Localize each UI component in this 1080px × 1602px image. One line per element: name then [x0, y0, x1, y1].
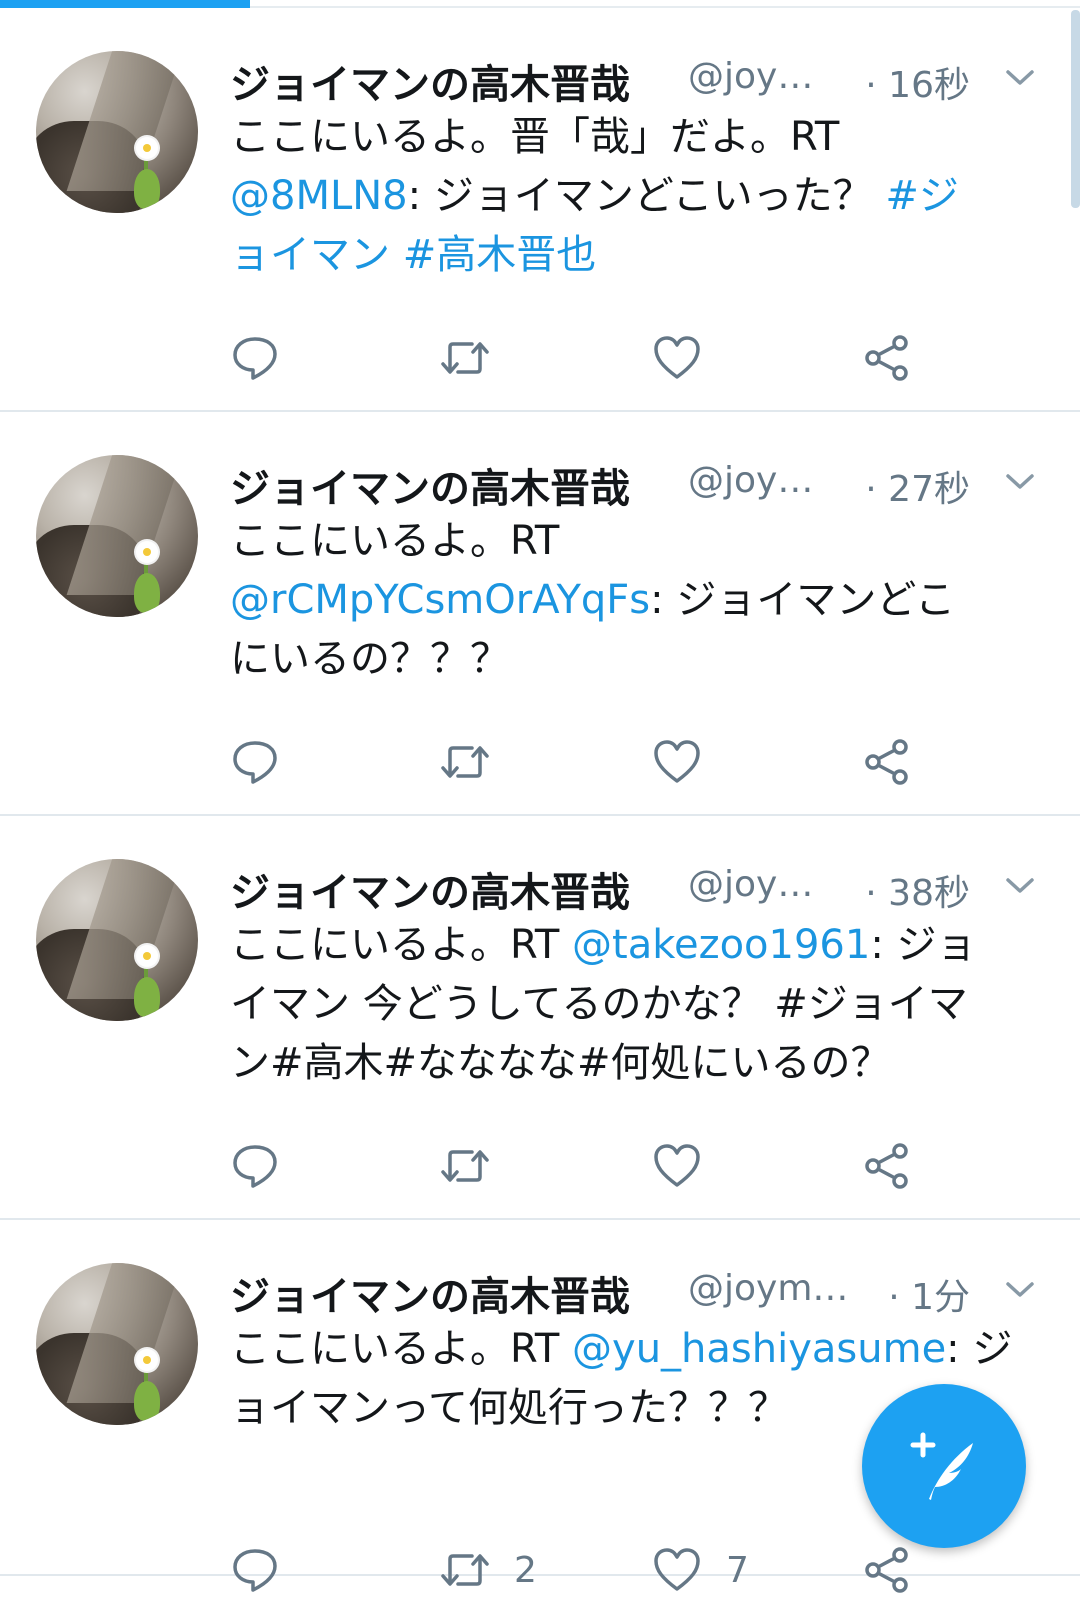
username-handle[interactable]: @joy… [688, 460, 813, 501]
tweet-header: ジョイマンの高木晋哉 @joy… · 38秒 [230, 860, 1050, 916]
tweet-timestamp[interactable]: · 16秒 [865, 56, 970, 108]
avatar[interactable] [36, 1263, 198, 1425]
compose-tweet-icon [910, 1432, 973, 1500]
avatar[interactable] [36, 859, 198, 1021]
share-icon [865, 335, 908, 381]
chevron-down-icon[interactable] [1002, 874, 1038, 898]
display-name[interactable]: ジョイマンの高木晋哉 [230, 456, 630, 514]
reply-icon [233, 337, 277, 380]
tweet-text: ここにいるよ。晋「哉」だよ。RT @8MLN8: ジョイマンどこいった？ #ジ … [230, 108, 1050, 285]
compose-tweet-button[interactable] [862, 1384, 1026, 1548]
share-button[interactable] [862, 326, 912, 390]
top-tab-indicator [0, 0, 250, 8]
tweet[interactable]: ジョイマンの高木晋哉 @joy… · 16秒 ここにいるよ。晋「哉」だよ。RT … [0, 8, 1080, 412]
reply-icon [233, 741, 277, 784]
like-button[interactable]: 7 [652, 1538, 749, 1602]
heart-icon [654, 1548, 700, 1591]
share-icon [865, 1143, 908, 1189]
retweet-icon [441, 342, 489, 374]
like-button[interactable] [652, 1134, 726, 1198]
heart-icon [654, 1144, 700, 1187]
reply-button[interactable] [230, 1538, 280, 1602]
retweet-button[interactable] [440, 1134, 514, 1198]
avatar[interactable] [36, 51, 198, 213]
tweet-header: ジョイマンの高木晋哉 @joy… · 27秒 [230, 456, 1050, 512]
tweet-text-segment: ここにいるよ。RT [230, 1326, 573, 1372]
reply-icon [233, 1145, 277, 1188]
like-count: 7 [726, 1549, 749, 1591]
retweet-button[interactable] [440, 730, 514, 794]
retweet-button[interactable] [440, 326, 514, 390]
chevron-down-icon[interactable] [1002, 1278, 1038, 1302]
retweet-icon [441, 746, 489, 778]
tweet-timestamp[interactable]: · 27秒 [865, 460, 970, 512]
retweet-icon [441, 1554, 489, 1586]
heart-icon [654, 740, 700, 783]
like-button[interactable] [652, 326, 726, 390]
tweet-header: ジョイマンの高木晋哉 @joym… · 1分 [230, 1264, 1050, 1320]
tweet-header: ジョイマンの高木晋哉 @joy… · 16秒 [230, 52, 1050, 108]
tweet-timestamp[interactable]: · 1分 [888, 1268, 970, 1320]
tweet-text-segment: ここにいるよ。RT [230, 922, 573, 968]
share-button[interactable] [862, 1134, 912, 1198]
reply-button[interactable] [230, 1134, 280, 1198]
display-name[interactable]: ジョイマンの高木晋哉 [230, 1264, 630, 1322]
tweet[interactable]: ジョイマンの高木晋哉 @joy… · 38秒 ここにいるよ。RT @takezo… [0, 816, 1080, 1220]
avatar[interactable] [36, 455, 198, 617]
tweet-actions [230, 326, 990, 390]
share-button[interactable] [862, 730, 912, 794]
tweet-text-segment: : ジョイマンどこいった？ [407, 173, 886, 219]
username-handle[interactable]: @joy… [688, 56, 813, 97]
tweet-actions [230, 1134, 990, 1198]
tweet[interactable]: ジョイマンの高木晋哉 @joy… · 27秒 ここにいるよ。RT @rCMpYC… [0, 412, 1080, 816]
retweet-button[interactable]: 2 [440, 1538, 537, 1602]
tweet-text: ここにいるよ。RT @takezoo1961: ジョ イマン 今どうしてるのかな… [230, 916, 1050, 1093]
tweet-text-segment: ここにいるよ。晋「哉」だよ。RT [230, 114, 840, 160]
tweet-actions: 2 7 [230, 1538, 990, 1602]
tweet-link[interactable]: @8MLN8 [230, 173, 408, 219]
retweet-icon [441, 1150, 489, 1182]
tweet-actions [230, 730, 990, 794]
share-icon [865, 739, 908, 785]
heart-icon [654, 336, 700, 379]
username-handle[interactable]: @joym… [688, 1268, 848, 1309]
username-handle[interactable]: @joy… [688, 864, 813, 905]
reply-button[interactable] [230, 326, 280, 390]
tweet-link[interactable]: @yu_hashiyasume [572, 1326, 946, 1372]
reply-button[interactable] [230, 730, 280, 794]
like-button[interactable] [652, 730, 726, 794]
tweet-link[interactable]: @takezoo1961 [572, 922, 870, 968]
tweet-timestamp[interactable]: · 38秒 [865, 864, 970, 916]
tweet-text: ここにいるよ。RT @rCMpYCsmOrAYqFs: ジョイマンどこ にいるの… [230, 512, 1050, 689]
chevron-down-icon[interactable] [1002, 470, 1038, 494]
retweet-count: 2 [514, 1549, 537, 1591]
tweet-text-segment: ここにいるよ。RT [230, 518, 560, 564]
share-button[interactable] [862, 1538, 912, 1602]
reply-icon [233, 1549, 277, 1592]
display-name[interactable]: ジョイマンの高木晋哉 [230, 860, 630, 918]
chevron-down-icon[interactable] [1002, 66, 1038, 90]
display-name[interactable]: ジョイマンの高木晋哉 [230, 52, 630, 110]
tweet-link[interactable]: @rCMpYCsmOrAYqFs [230, 577, 650, 623]
share-icon [865, 1547, 908, 1593]
